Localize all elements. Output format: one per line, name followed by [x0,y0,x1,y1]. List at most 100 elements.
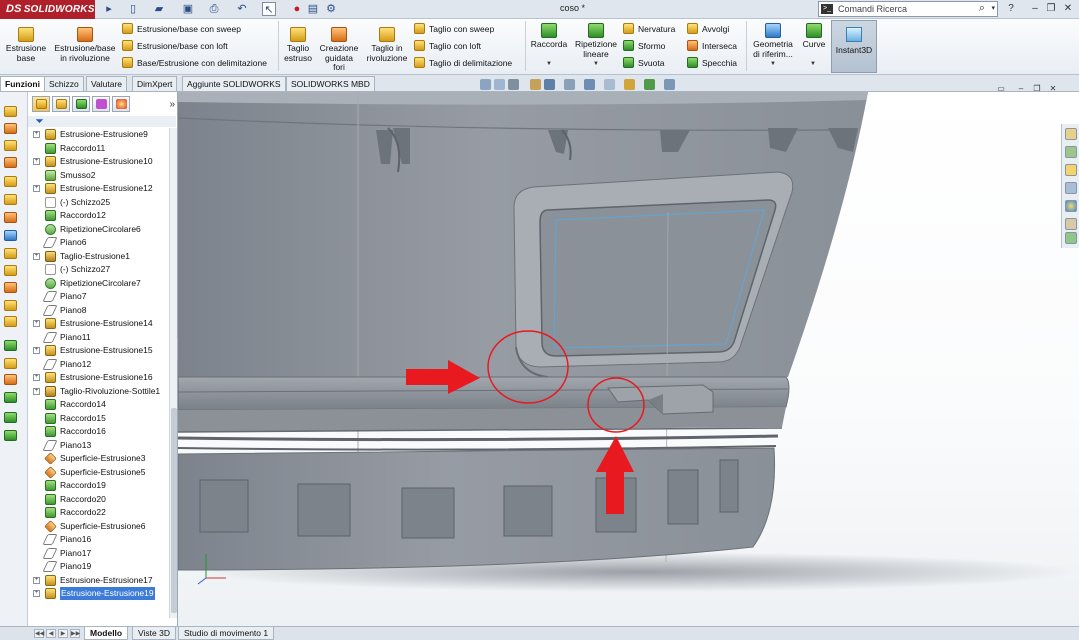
feature-tree-item[interactable]: RipetizioneCircolare6 [28,223,168,237]
feature-tree-item[interactable]: Raccordo16 [28,425,168,439]
search-icon[interactable]: ⌕ [979,2,985,15]
shell-button[interactable]: Svuota [623,56,664,70]
fillet-button[interactable]: Raccorda [529,23,569,50]
tab-viste-3d[interactable]: Viste 3D [132,627,176,640]
display-style-icon[interactable] [584,79,595,90]
select-arrow-icon[interactable]: ↖ [262,2,276,16]
dynamic-annotation-icon[interactable] [544,79,555,90]
section-view-icon[interactable] [530,79,541,90]
search-dropdown-icon[interactable]: ▾ [991,4,995,12]
fillet-dropdown-icon[interactable]: ▼ [546,61,552,67]
print-icon[interactable]: ⎙ [207,2,221,16]
loft-shortcut-icon[interactable] [4,157,17,168]
open-folder-icon[interactable]: ▰ [152,2,166,16]
solidworks-logo[interactable]: DS SOLIDWORKS [0,0,95,19]
zoom-to-area-icon[interactable] [494,79,505,90]
forum-icon[interactable] [1065,232,1077,244]
hole-shortcut-icon[interactable] [4,230,17,241]
feature-tree-tab[interactable] [32,96,50,112]
base-cutout[interactable] [297,483,351,537]
extrude-boss-button[interactable]: Estrusione base [4,27,48,63]
feature-tree-item[interactable]: + Estrusione-Estrusione9 [28,128,168,142]
fillet-shortcut-icon[interactable] [4,248,17,259]
scrollbar-thumb[interactable] [171,408,177,613]
revolve-shortcut-icon[interactable] [4,123,17,134]
feature-tree-item[interactable]: + Estrusione-Estrusione12 [28,182,168,196]
command-search-input[interactable]: >_ Comandi Ricerca ⌕ ▾ [818,1,998,17]
feature-tree-item[interactable]: Smusso2 [28,169,168,183]
restore-window-icon[interactable]: ❐ [1044,2,1058,16]
rib-button[interactable]: Nervatura [623,22,675,36]
feature-tree-item[interactable]: Superficie-Estrusione6 [28,519,168,534]
prev-tab-nav-icon[interactable]: ◀ [46,629,56,638]
file-properties-icon[interactable]: ▤ [306,2,320,16]
model-view[interactable] [178,92,1079,626]
intersect-button[interactable]: Interseca [687,39,737,53]
cut-revolve-shortcut-icon[interactable] [4,212,17,223]
expand-toggle-icon[interactable]: + [33,590,40,597]
tab-aggiunte-solidworks[interactable]: Aggiunte SOLIDWORKS [182,76,286,91]
options-gear-icon[interactable]: ⚙ [324,2,338,16]
curve-shortcut-icon[interactable] [4,392,17,403]
feature-tree-item[interactable]: Superficie-Estrusione3 [28,452,168,466]
extruded-cut-button[interactable]: Taglio estruso [282,27,314,63]
new-document-icon[interactable]: ▯ [126,2,140,16]
tab-modello[interactable]: Modello [84,627,129,640]
feature-tree-item[interactable]: Raccordo20 [28,493,168,507]
expand-toggle-icon[interactable]: + [33,185,40,192]
custom-properties-icon[interactable] [1065,218,1077,230]
apply-scene-icon[interactable] [644,79,655,90]
view-settings-icon[interactable] [664,79,675,90]
feature-tree-item[interactable]: (-) Schizzo27 [28,263,168,277]
tab-schizzo[interactable]: Schizzo [44,76,84,91]
pattern-dropdown-icon[interactable]: ▼ [593,61,599,67]
tab-solidworks-mbd[interactable]: SOLIDWORKS MBD [286,76,375,91]
shell-shortcut-icon[interactable] [4,300,17,311]
feature-tree-item[interactable]: Piano6 [28,236,168,250]
feature-tree-item[interactable]: Piano7 [28,290,168,304]
feature-tree-item[interactable]: Piano12 [28,358,168,372]
feature-tree-item[interactable]: + Taglio-Estrusione1 [28,250,168,264]
expand-toggle-icon[interactable]: + [33,252,40,260]
feature-tree-item[interactable]: Piano16 [28,533,168,547]
curves-dropdown-icon[interactable]: ▼ [810,61,816,67]
feature-tree-item[interactable]: Piano11 [28,331,168,345]
revolve-boss-button[interactable]: Estrusione/base in rivoluzione [52,27,118,63]
swept-cut-button[interactable]: Taglio con sweep [414,22,494,36]
help-button[interactable]: ? [1004,2,1018,16]
wrap-shortcut-icon[interactable] [4,374,17,385]
display-manager-tab[interactable] [112,96,130,112]
feature-tree-item[interactable]: Raccordo22 [28,506,168,520]
cut-shortcut-icon[interactable] [4,194,17,205]
lofted-boss-button[interactable]: Estrusione/base con loft [122,39,228,53]
mirror-button[interactable]: Specchia [687,56,737,70]
feature-tree-item[interactable]: + Estrusione-Estrusione15 [28,344,168,358]
base-cutout[interactable] [503,485,553,537]
revolved-cut-button[interactable]: Taglio in rivoluzione [363,27,411,63]
expand-toggle-icon[interactable]: + [33,131,40,138]
instant3d-button[interactable]: Instant3D [831,20,877,73]
view-orientation-icon[interactable] [564,79,575,90]
feature-tree-item[interactable]: Superficie-Estrusione5 [28,465,168,480]
rebuild-icon[interactable]: ● [290,2,304,16]
rib-shortcut-icon[interactable] [4,282,17,293]
reference-geometry-dropdown-icon[interactable]: ▼ [770,61,776,67]
feature-tree-item[interactable]: Piano19 [28,560,168,574]
feature-tree-item[interactable]: + Estrusione-Estrusione19 [28,587,168,601]
appearances-icon[interactable] [1065,200,1077,212]
curves-button[interactable]: Curve [799,23,829,50]
draft-button[interactable]: Sformo [623,39,665,53]
linear-pattern-button[interactable]: Ripetizione lineare [572,23,620,59]
reference-geometry-button[interactable]: Geometria di riferim... [750,23,796,59]
expand-toggle-icon[interactable]: + [33,387,40,395]
more-tabs-chevron-icon[interactable]: » [169,99,175,110]
base-cutout[interactable] [719,459,739,513]
viewport-close-icon[interactable]: ✕ [1046,82,1060,96]
tab-funzioni[interactable]: Funzioni [0,76,45,91]
sweep-shortcut-icon[interactable] [4,140,17,151]
extrude-shortcut-icon[interactable] [4,106,17,117]
feature-tree-item[interactable]: Piano8 [28,304,168,318]
dimxpert-manager-tab[interactable] [92,96,110,112]
feature-tree-item[interactable]: Piano13 [28,439,168,453]
base-cutout[interactable] [199,479,249,533]
